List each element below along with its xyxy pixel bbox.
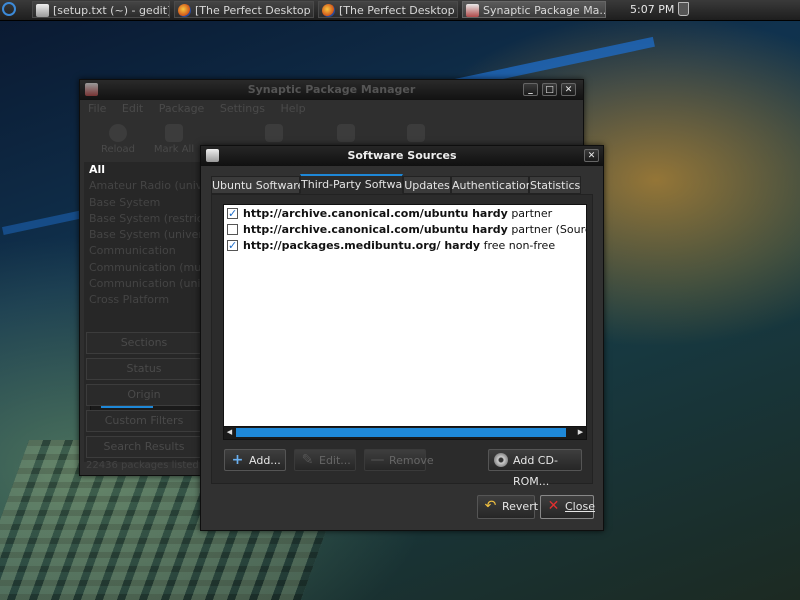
checkbox-checked[interactable]: ✓: [227, 208, 238, 219]
dialog-titlebar[interactable]: Software Sources ✕: [201, 146, 603, 166]
status-button[interactable]: Status: [86, 358, 202, 380]
button-label: Revert: [502, 500, 539, 513]
reload-icon: [109, 124, 127, 142]
toolbar-label: Mark All: [153, 144, 195, 155]
search-icon: [407, 124, 425, 142]
taskbar-item-label: [The Perfect Desktop -: [339, 4, 458, 17]
synaptic-titlebar[interactable]: Synaptic Package Manager _ □ ✕: [80, 80, 583, 100]
checkmark-icon: [265, 124, 283, 142]
third-party-pane: ✓ http://archive.canonical.com/ubuntu ha…: [211, 194, 593, 488]
checkbox-checked[interactable]: ✓: [227, 240, 238, 251]
category-item[interactable]: Base System (restricted): [84, 211, 202, 227]
source-url: http://archive.canonical.com/ubuntu hard…: [243, 223, 508, 236]
top-panel: [setup.txt (~) - gedit] [The Perfect Des…: [0, 0, 800, 21]
button-label: Edit...: [319, 454, 351, 467]
synaptic-icon: [85, 83, 98, 96]
search-results-button[interactable]: Search Results: [86, 436, 202, 458]
source-components: free non-free: [480, 239, 556, 252]
category-item[interactable]: Base System: [84, 195, 202, 211]
firefox-icon: [322, 4, 335, 17]
menu-file[interactable]: File: [88, 102, 106, 115]
button-label: Add CD-ROM...: [513, 454, 558, 488]
category-item[interactable]: Communication (multiverse): [84, 260, 202, 276]
category-item[interactable]: Base System (universe): [84, 227, 202, 243]
close-button[interactable]: ✕: [561, 83, 576, 96]
tab-third-party-software[interactable]: Third-Party Software: [300, 174, 413, 194]
synaptic-icon: [466, 4, 479, 17]
source-components: partner: [507, 207, 553, 220]
reload-button[interactable]: Reload: [90, 122, 146, 155]
close-dialog-button[interactable]: ✕ Close: [540, 495, 595, 519]
menu-package[interactable]: Package: [159, 102, 205, 115]
sections-button[interactable]: Sections: [86, 332, 202, 354]
minimize-button[interactable]: _: [523, 83, 538, 96]
horizontal-scrollbar[interactable]: ◀ ▶: [223, 426, 587, 440]
taskbar-item-label: [setup.txt (~) - gedit]: [53, 4, 170, 17]
tab-authentication[interactable]: Authentication: [451, 176, 533, 194]
apply-button[interactable]: [246, 122, 302, 144]
tab-ubuntu-software[interactable]: Ubuntu Software: [211, 176, 304, 194]
cdrom-icon: [494, 453, 508, 467]
taskbar-item-label: Synaptic Package Ma...: [483, 4, 606, 17]
search-button[interactable]: [388, 122, 444, 144]
window-title: Synaptic Package Manager: [247, 83, 416, 96]
source-list: ✓ http://archive.canonical.com/ubuntu ha…: [223, 204, 587, 428]
revert-button[interactable]: ↶ Revert: [477, 495, 539, 519]
software-sources-dialog: Software Sources ✕ Ubuntu Software Third…: [200, 145, 604, 531]
taskbar-item-synaptic[interactable]: Synaptic Package Ma...: [462, 1, 606, 18]
edit-icon: ✎: [301, 452, 314, 468]
taskbar-item-firefox-2[interactable]: [The Perfect Desktop -: [318, 1, 458, 18]
tab-statistics[interactable]: Statistics: [529, 176, 581, 194]
taskbar-item-gedit[interactable]: [setup.txt (~) - gedit]: [32, 1, 170, 18]
category-item[interactable]: Communication (universe): [84, 276, 202, 292]
tab-updates[interactable]: Updates: [403, 176, 451, 194]
toolbar-label: Reload: [100, 144, 136, 155]
edit-button[interactable]: ✎ Edit...: [294, 449, 356, 471]
ubuntu-menu-icon[interactable]: [2, 2, 16, 16]
category-item[interactable]: Amateur Radio (universe): [84, 178, 202, 194]
button-label: Add...: [249, 454, 281, 467]
button-label: Close: [565, 500, 595, 513]
dialog-title: Software Sources: [347, 149, 457, 162]
maximize-button[interactable]: □: [542, 83, 557, 96]
category-item[interactable]: Cross Platform: [84, 292, 202, 308]
revert-icon: ↶: [484, 498, 497, 514]
mark-all-button[interactable]: Mark All: [146, 122, 202, 155]
trash-icon[interactable]: [678, 2, 689, 16]
properties-button[interactable]: [318, 122, 374, 144]
origin-button[interactable]: Origin: [86, 384, 202, 406]
source-url: http://archive.canonical.com/ubuntu hard…: [243, 207, 508, 220]
scrollbar-thumb[interactable]: [236, 428, 566, 437]
plus-icon: +: [231, 452, 244, 468]
menu-help[interactable]: Help: [280, 102, 305, 115]
source-components: partner (Source Code: [511, 223, 586, 236]
clock[interactable]: 5:07 PM: [630, 0, 674, 20]
menu-edit[interactable]: Edit: [122, 102, 143, 115]
scroll-left-arrow-icon[interactable]: ◀: [224, 427, 235, 438]
custom-filters-button[interactable]: Custom Filters: [86, 410, 202, 432]
taskbar-item-label: [The Perfect Desktop -: [195, 4, 314, 17]
source-url: http://packages.medibuntu.org/ hardy: [243, 239, 481, 252]
add-cdrom-button[interactable]: Add CD-ROM...: [488, 449, 582, 488]
software-sources-icon: [206, 149, 219, 162]
status-text: 22436 packages listed: [86, 460, 199, 471]
add-button[interactable]: + Add...: [224, 449, 286, 471]
close-icon: ✕: [547, 498, 560, 514]
minus-icon: —: [370, 452, 385, 468]
category-item[interactable]: Communication: [84, 243, 202, 259]
button-label: Remove: [389, 454, 434, 467]
menu-settings[interactable]: Settings: [220, 102, 265, 115]
mark-all-icon: [165, 124, 183, 142]
firefox-icon: [178, 4, 191, 17]
checkbox-unchecked[interactable]: [227, 224, 238, 235]
category-item[interactable]: All: [84, 162, 202, 178]
properties-icon: [337, 124, 355, 142]
remove-button[interactable]: — Remove: [364, 449, 434, 471]
scroll-right-arrow-icon[interactable]: ▶: [575, 427, 586, 438]
gedit-icon: [36, 4, 49, 17]
close-button[interactable]: ✕: [584, 149, 599, 162]
menubar: File Edit Package Settings Help: [88, 102, 318, 115]
taskbar-item-firefox-1[interactable]: [The Perfect Desktop -: [174, 1, 314, 18]
